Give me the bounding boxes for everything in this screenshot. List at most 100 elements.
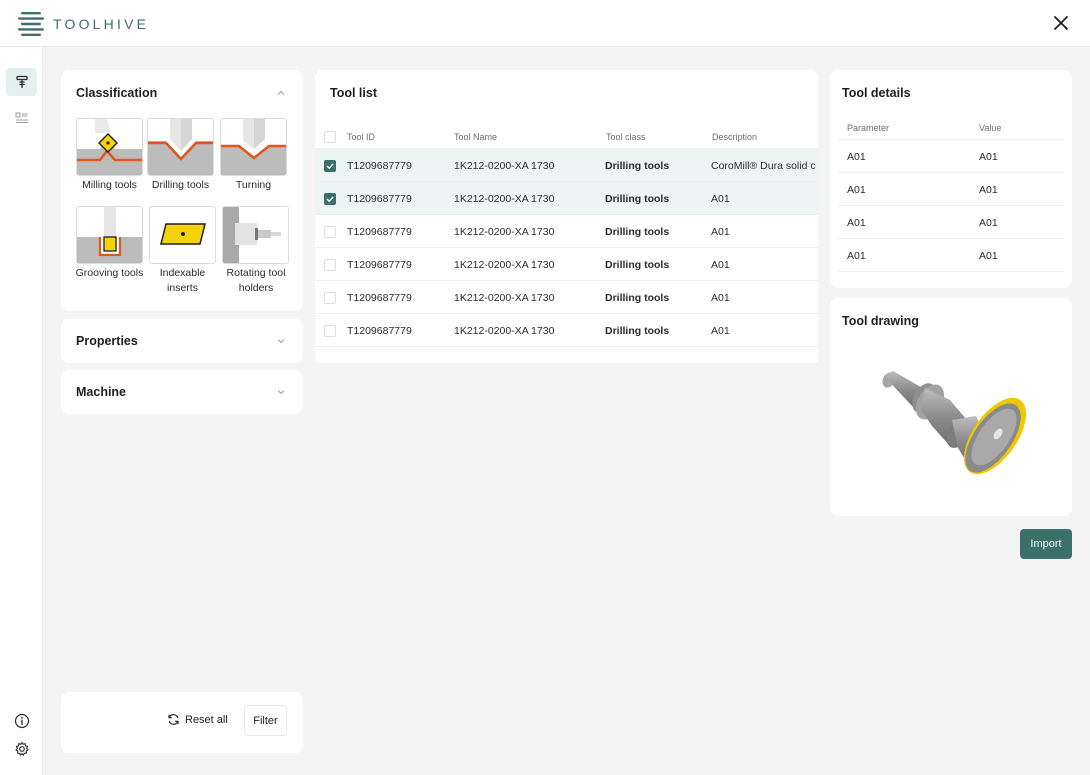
classification-title: Classification — [76, 86, 157, 100]
detail-value: A01 — [979, 151, 998, 163]
category-drilling[interactable] — [147, 118, 214, 176]
category-grooving[interactable] — [76, 206, 143, 264]
column-header-id[interactable]: Tool ID — [347, 132, 375, 142]
logo: TOOLHIVE — [18, 12, 149, 36]
cell-tool-name: 1K212-0200-XA 1730 — [454, 292, 554, 304]
insert-icon — [150, 207, 216, 264]
info-icon — [14, 713, 30, 729]
list-icon — [15, 112, 29, 124]
machine-title: Machine — [76, 385, 126, 399]
tool-details-title: Tool details — [842, 86, 911, 100]
properties-panel[interactable]: Properties — [61, 319, 303, 363]
row-checkbox[interactable] — [324, 160, 336, 172]
top-bar: TOOLHIVE — [0, 0, 1090, 47]
details-header-value: Value — [979, 123, 1001, 133]
cell-description: A01 — [711, 292, 730, 304]
tool-drawing-panel: Tool drawing — [830, 298, 1072, 516]
cell-description: A01 — [711, 226, 730, 238]
category-label: Drilling tools — [147, 178, 214, 193]
grooving-icon — [77, 207, 143, 264]
rail-list-button[interactable] — [6, 104, 37, 132]
table-row[interactable]: T1209687779 1K212-0200-XA 1730 Drilling … — [315, 281, 818, 314]
cell-tool-name: 1K212-0200-XA 1730 — [454, 325, 554, 337]
settings-icon — [14, 741, 30, 757]
tool-drawing-image — [880, 368, 1030, 483]
table-row[interactable]: T1209687779 1K212-0200-XA 1730 Drilling … — [315, 215, 818, 248]
filter-label: Filter — [253, 715, 277, 727]
detail-value: A01 — [979, 217, 998, 229]
milling-icon — [77, 119, 143, 176]
table-row[interactable]: T1209687779 1K212-0200-XA 1730 Drilling … — [315, 149, 818, 182]
close-icon[interactable] — [1052, 14, 1070, 32]
tool-drawing-title: Tool drawing — [842, 314, 919, 328]
cell-tool-id: T1209687779 — [347, 226, 412, 238]
detail-value: A01 — [979, 184, 998, 196]
turning-icon — [221, 119, 287, 176]
detail-parameter: A01 — [847, 250, 866, 262]
category-indexable-inserts[interactable] — [149, 206, 216, 264]
cell-tool-name: 1K212-0200-XA 1730 — [454, 160, 554, 172]
row-checkbox[interactable] — [324, 325, 336, 337]
cell-tool-class: Drilling tools — [605, 160, 669, 172]
category-label: Indexable inserts — [149, 266, 216, 296]
detail-parameter: A01 — [847, 151, 866, 163]
cell-tool-class: Drilling tools — [605, 226, 669, 238]
machine-panel[interactable]: Machine — [61, 370, 303, 414]
cell-description: A01 — [711, 259, 730, 271]
holder-icon — [223, 207, 289, 264]
table-row[interactable]: T1209687779 1K212-0200-XA 1730 Drilling … — [315, 182, 818, 215]
cell-tool-id: T1209687779 — [347, 292, 412, 304]
details-header-parameter: Parameter — [847, 123, 889, 133]
category-rotating-tool-holders[interactable] — [222, 206, 289, 264]
drilling-icon — [148, 119, 214, 176]
import-button[interactable]: Import — [1020, 529, 1072, 559]
detail-value: A01 — [979, 250, 998, 262]
category-turning[interactable] — [220, 118, 287, 176]
category-label: Milling tools — [76, 178, 143, 193]
column-header-class[interactable]: Tool class — [606, 132, 646, 142]
table-row[interactable]: T1209687779 1K212-0200-XA 1730 Drilling … — [315, 314, 818, 347]
cell-tool-id: T1209687779 — [347, 193, 412, 205]
rail-tools-button[interactable] — [6, 68, 37, 96]
filter-button[interactable]: Filter — [244, 705, 287, 736]
details-row: A01 A01 — [838, 206, 1064, 239]
row-checkbox[interactable] — [324, 193, 336, 205]
properties-title: Properties — [76, 334, 138, 348]
cell-tool-id: T1209687779 — [347, 259, 412, 271]
details-row: A01 A01 — [838, 140, 1064, 173]
select-all-checkbox[interactable] — [324, 131, 336, 143]
cell-tool-class: Drilling tools — [605, 325, 669, 337]
rail-settings-button[interactable] — [6, 735, 37, 763]
category-milling[interactable] — [76, 118, 143, 176]
column-header-description[interactable]: Description — [712, 132, 757, 142]
brand-name: TOOLHIVE — [53, 16, 149, 32]
column-header-name[interactable]: Tool Name — [454, 132, 497, 142]
chevron-up-icon[interactable] — [276, 88, 286, 98]
reset-all-label: Reset all — [185, 714, 228, 726]
toolhive-logo-icon — [18, 12, 45, 36]
category-label: Turning — [220, 178, 287, 193]
row-checkbox[interactable] — [324, 259, 336, 271]
chevron-down-icon[interactable] — [276, 387, 286, 397]
cell-tool-class: Drilling tools — [605, 259, 669, 271]
classification-panel: Classification Milling tools Drilling to… — [61, 70, 303, 311]
refresh-icon — [167, 713, 180, 726]
detail-parameter: A01 — [847, 217, 866, 229]
rail-info-button[interactable] — [6, 707, 37, 735]
category-label: Grooving tools — [71, 266, 148, 281]
cell-tool-class: Drilling tools — [605, 193, 669, 205]
check-icon — [325, 161, 335, 171]
side-rail — [0, 47, 43, 775]
cell-tool-name: 1K212-0200-XA 1730 — [454, 259, 554, 271]
cell-tool-name: 1K212-0200-XA 1730 — [454, 226, 554, 238]
details-row: A01 A01 — [838, 239, 1064, 272]
row-checkbox[interactable] — [324, 226, 336, 238]
details-row: A01 A01 — [838, 173, 1064, 206]
chevron-down-icon[interactable] — [276, 336, 286, 346]
filter-footer: Reset all Filter — [61, 692, 303, 753]
row-checkbox[interactable] — [324, 292, 336, 304]
reset-all-button[interactable]: Reset all — [167, 713, 228, 726]
tool-icon — [15, 75, 29, 89]
detail-parameter: A01 — [847, 184, 866, 196]
table-row[interactable]: T1209687779 1K212-0200-XA 1730 Drilling … — [315, 248, 818, 281]
